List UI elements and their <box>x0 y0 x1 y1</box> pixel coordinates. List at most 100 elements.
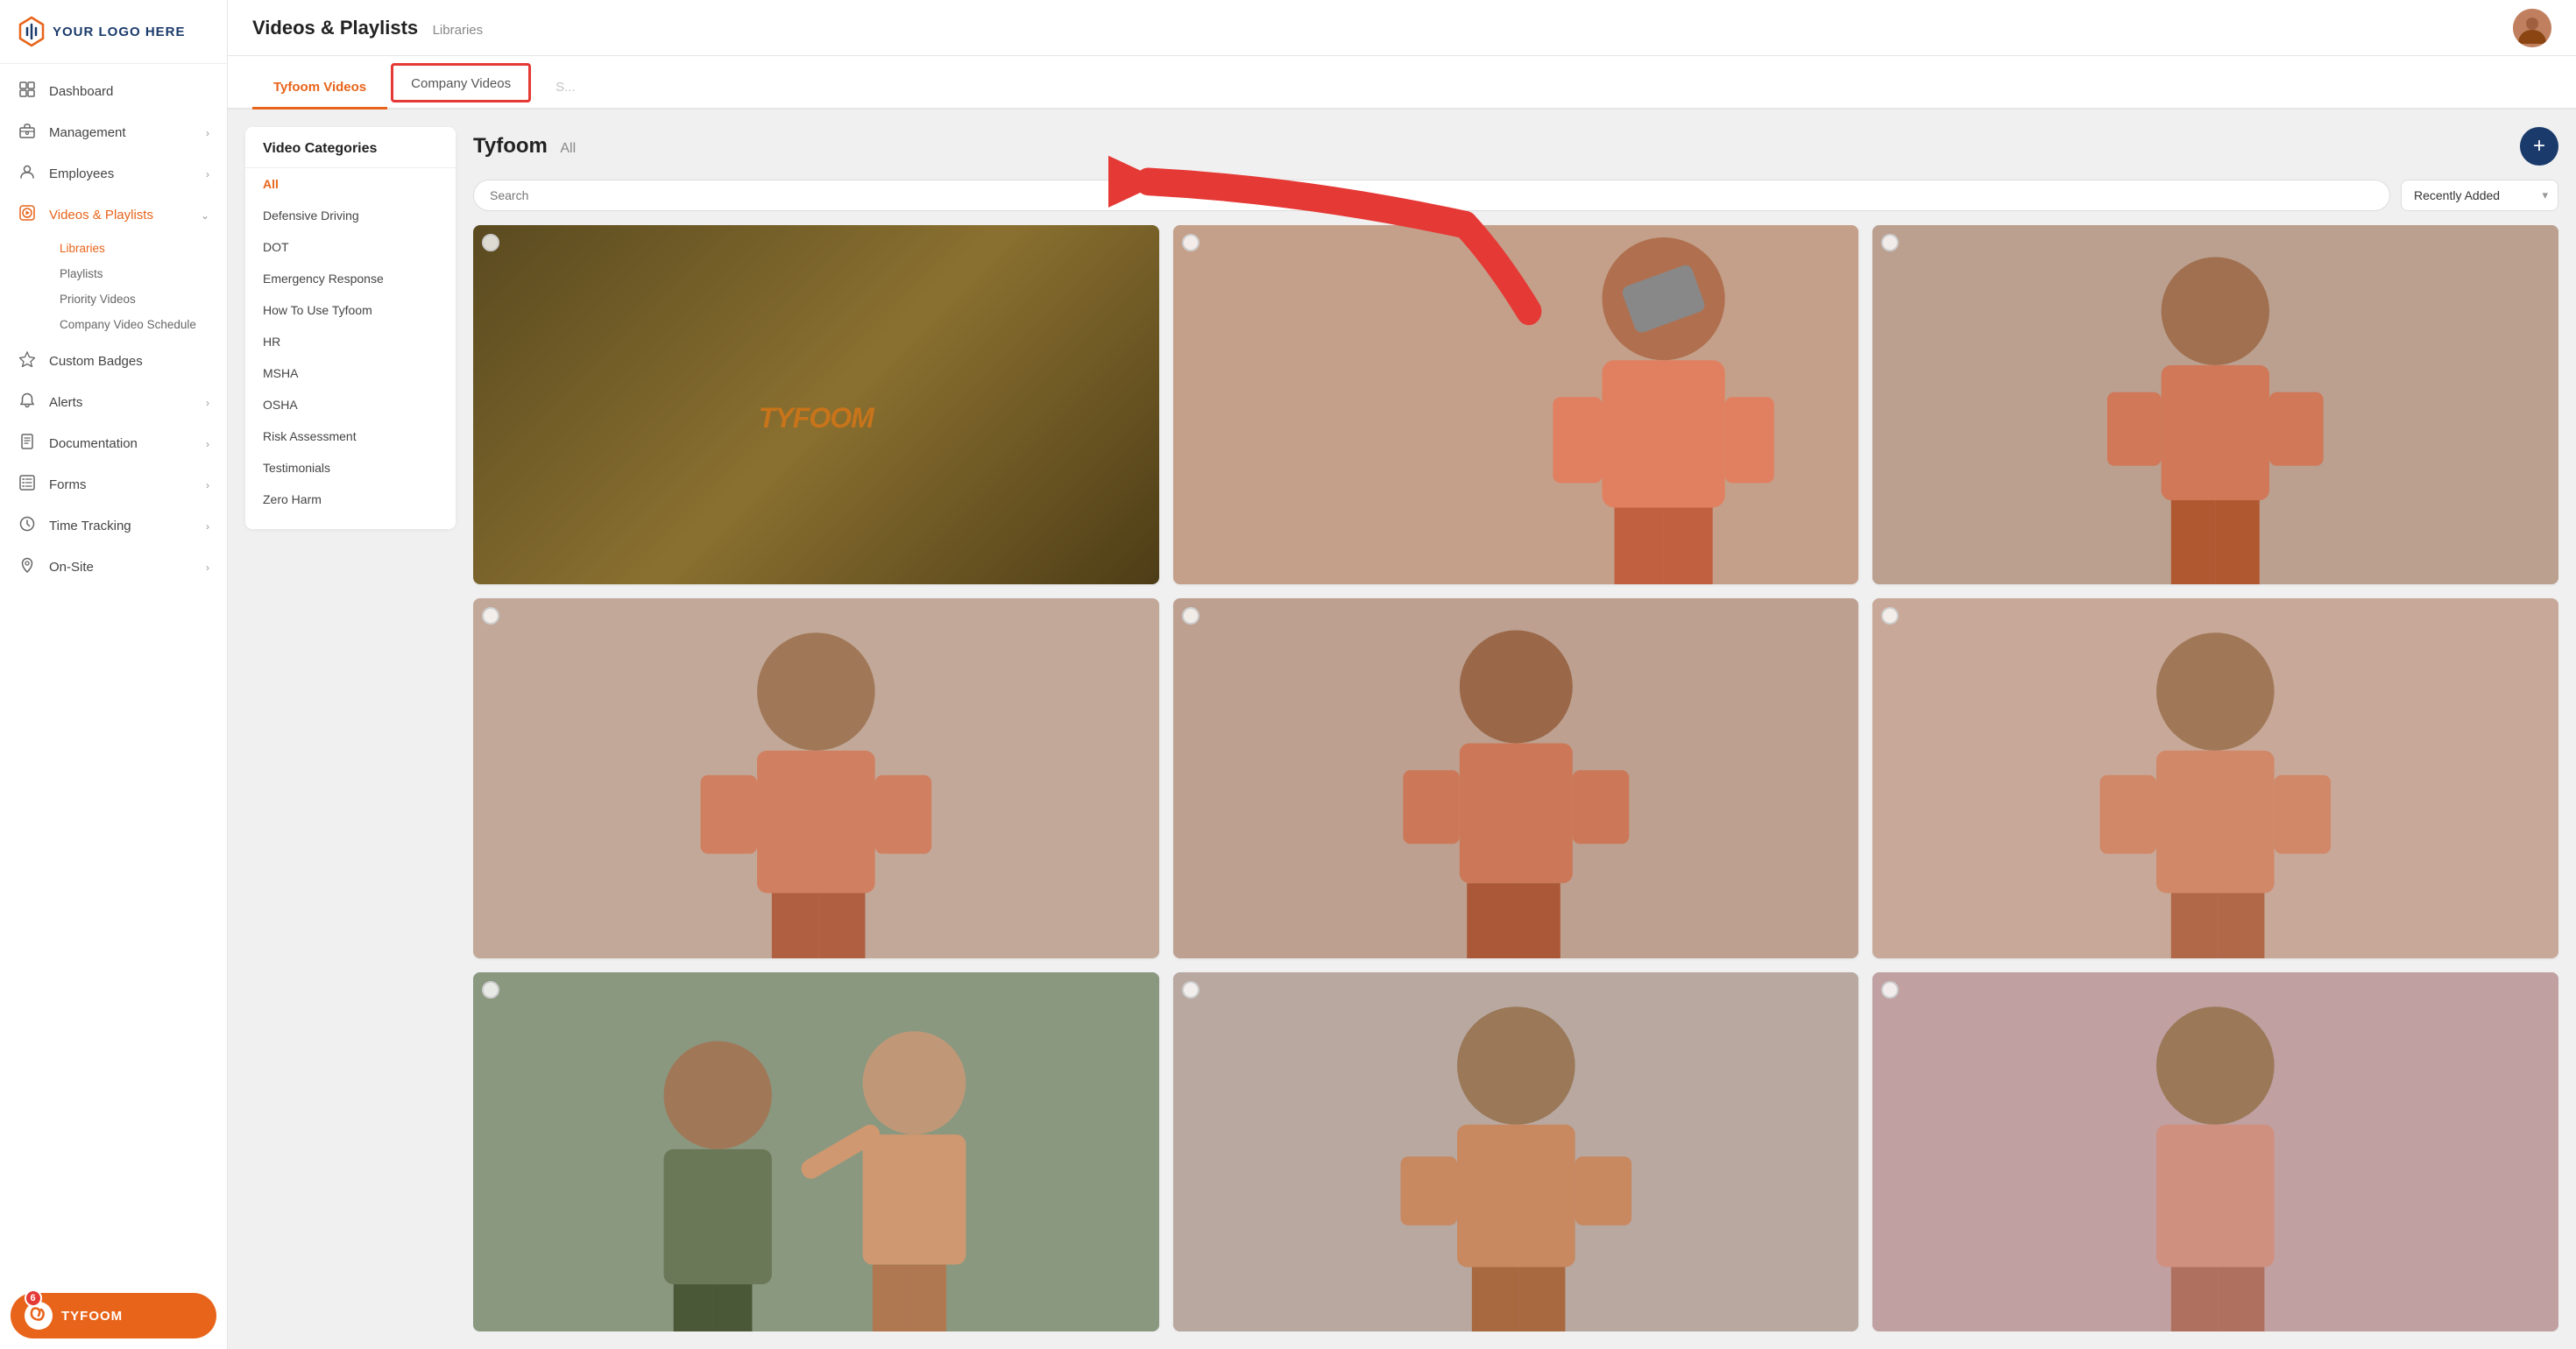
video-area: Tyfoom All + Recently AddedTitle A-ZTitl… <box>473 127 2558 1331</box>
category-how-to-use-tyfoom[interactable]: How To Use Tyfoom <box>245 294 456 326</box>
video-select-radio-2[interactable] <box>1182 234 1200 251</box>
video-thumb-2: TYFOOM <box>1173 225 1859 584</box>
sub-item-company-video-schedule[interactable]: Company Video Schedule <box>49 312 227 337</box>
video-card-7[interactable]: TYFOOM <box>473 972 1159 1331</box>
sidebar-item-dashboard[interactable]: Dashboard <box>0 71 227 112</box>
sidebar-item-documentation[interactable]: Documentation › <box>0 423 227 464</box>
video-area-subtitle: All <box>560 141 576 156</box>
sidebar-item-label-videos: Videos & Playlists <box>49 208 153 222</box>
tyfoom-button[interactable]: 6 TYFOOM <box>11 1293 216 1338</box>
category-testimonials[interactable]: Testimonials <box>245 452 456 484</box>
logo-icon <box>18 16 46 47</box>
video-grid: TYFOOM TYFOOM How to Use Tyfoom #1: Intr… <box>473 225 2558 1331</box>
tab-shared[interactable]: S... <box>534 66 597 109</box>
sidebar-item-label-management: Management <box>49 125 126 140</box>
sidebar-item-label-dashboard: Dashboard <box>49 84 113 99</box>
video-card-1[interactable]: TYFOOM TYFOOM How to Use Tyfoom #1: Intr… <box>473 225 1159 584</box>
video-thumb-6: TYFOOM <box>1872 598 2558 957</box>
body-split: Video Categories All Defensive Driving D… <box>228 109 2576 1349</box>
chevron-right-icon-forms: › <box>206 479 209 491</box>
tab-tyfoom-videos[interactable]: Tyfoom Videos <box>252 66 387 109</box>
user-icon <box>18 164 37 184</box>
video-thumb-4: TYFOOM <box>473 598 1159 957</box>
sidebar-item-label-time: Time Tracking <box>49 519 131 533</box>
bell-icon <box>18 392 37 413</box>
video-card-4[interactable]: TYFOOM How to Use Tyfoom #4: Engagement … <box>473 598 1159 957</box>
videos-sub-menu: Libraries Playlists Priority Videos Comp… <box>0 236 227 341</box>
header-title-area: Videos & Playlists Libraries <box>252 17 483 39</box>
sidebar-item-employees[interactable]: Employees › <box>0 153 227 194</box>
video-card-8[interactable]: TYFOOM <box>1173 972 1859 1331</box>
chevron-right-icon-docs: › <box>206 438 209 450</box>
search-input[interactable] <box>473 180 2390 211</box>
sub-item-playlists[interactable]: Playlists <box>49 261 227 286</box>
video-select-radio-1[interactable] <box>482 234 499 251</box>
video-select-radio-9[interactable] <box>1881 981 1899 999</box>
category-msha[interactable]: MSHA <box>245 357 456 389</box>
categories-title: Video Categories <box>245 141 456 168</box>
video-select-radio-5[interactable] <box>1182 607 1200 625</box>
sidebar-item-label-badges: Custom Badges <box>49 354 143 369</box>
sidebar-item-forms[interactable]: Forms › <box>0 464 227 505</box>
video-select-radio-7[interactable] <box>482 981 499 999</box>
sidebar-item-label-onsite: On-Site <box>49 560 94 575</box>
add-video-button[interactable]: + <box>2520 127 2558 166</box>
main-content: Videos & Playlists Libraries Tyfoom Vide… <box>228 0 2576 1349</box>
tyfoom-label: TYFOOM <box>61 1309 123 1324</box>
sub-item-libraries[interactable]: Libraries <box>49 236 227 261</box>
video-select-radio-8[interactable] <box>1182 981 1200 999</box>
play-icon <box>18 205 37 225</box>
category-zero-harm[interactable]: Zero Harm <box>245 484 456 515</box>
video-area-title: Tyfoom <box>473 134 548 158</box>
video-card-5[interactable]: TYFOOM How to Use Tyfoom #5: Library - V… <box>1173 598 1859 957</box>
sidebar-item-custom-badges[interactable]: Custom Badges <box>0 341 227 382</box>
clock-icon <box>18 516 37 536</box>
category-risk-assessment[interactable]: Risk Assessment <box>245 420 456 452</box>
grid-icon <box>18 81 37 102</box>
sidebar-nav: Dashboard Management › <box>0 64 227 1282</box>
forms-icon <box>18 475 37 495</box>
tab-company-videos[interactable]: Company Videos <box>391 63 531 102</box>
tyfoom-notification-badge: 6 <box>25 1289 42 1307</box>
chevron-right-icon-emp: › <box>206 168 209 180</box>
sidebar-item-label-docs: Documentation <box>49 436 138 451</box>
video-card-6[interactable]: TYFOOM How to Use Tyfoom #6: Library - F… <box>1872 598 2558 957</box>
header: Videos & Playlists Libraries <box>228 0 2576 56</box>
logo-area[interactable]: YOUR LOGO HERE <box>0 0 227 64</box>
page-title: Videos & Playlists <box>252 17 418 39</box>
video-thumb-3: TYFOOM <box>1872 225 2558 584</box>
chevron-down-icon: ⌄ <box>201 209 209 222</box>
user-avatar[interactable] <box>2513 9 2551 47</box>
category-dot[interactable]: DOT <box>245 231 456 263</box>
sidebar-item-label-forms: Forms <box>49 477 87 492</box>
file-icon <box>18 434 37 454</box>
chevron-right-icon-alerts: › <box>206 397 209 409</box>
logo-text: YOUR LOGO HERE <box>53 25 186 39</box>
category-defensive-driving[interactable]: Defensive Driving <box>245 200 456 231</box>
category-hr[interactable]: HR <box>245 326 456 357</box>
video-thumb-5: TYFOOM <box>1173 598 1859 957</box>
video-card-2[interactable]: TYFOOM How to Use Tyfoom #2: Profile & S… <box>1173 225 1859 584</box>
sort-wrapper: Recently AddedTitle A-ZTitle Z-AOldest F… <box>2401 180 2558 211</box>
category-osha[interactable]: OSHA <box>245 389 456 420</box>
category-emergency-response[interactable]: Emergency Response <box>245 263 456 294</box>
sidebar-item-videos[interactable]: Videos & Playlists ⌄ <box>0 194 227 236</box>
chevron-right-icon: › <box>206 127 209 139</box>
sidebar-item-management[interactable]: Management › <box>0 112 227 153</box>
video-card-9[interactable]: TYFOOM <box>1872 972 2558 1331</box>
video-area-header: Tyfoom All + <box>473 127 2558 166</box>
sub-item-priority-videos[interactable]: Priority Videos <box>49 286 227 312</box>
sidebar-item-time-tracking[interactable]: Time Tracking › <box>0 505 227 547</box>
search-sort-row: Recently AddedTitle A-ZTitle Z-AOldest F… <box>473 180 2558 211</box>
badge-icon <box>18 351 37 371</box>
sidebar-item-onsite[interactable]: On-Site › <box>0 547 227 588</box>
sidebar-item-alerts[interactable]: Alerts › <box>0 382 227 423</box>
category-all[interactable]: All <box>245 168 456 200</box>
map-pin-icon <box>18 557 37 577</box>
sort-select[interactable]: Recently AddedTitle A-ZTitle Z-AOldest F… <box>2401 180 2558 211</box>
video-thumb-7: TYFOOM <box>473 972 1159 1331</box>
chevron-right-icon-time: › <box>206 520 209 533</box>
tabs-bar: Tyfoom Videos Company Videos S... <box>228 56 2576 109</box>
sidebar: YOUR LOGO HERE Dashboard <box>0 0 228 1349</box>
video-card-3[interactable]: TYFOOM How to Use Tyfoom #3: Home Page &… <box>1872 225 2558 584</box>
